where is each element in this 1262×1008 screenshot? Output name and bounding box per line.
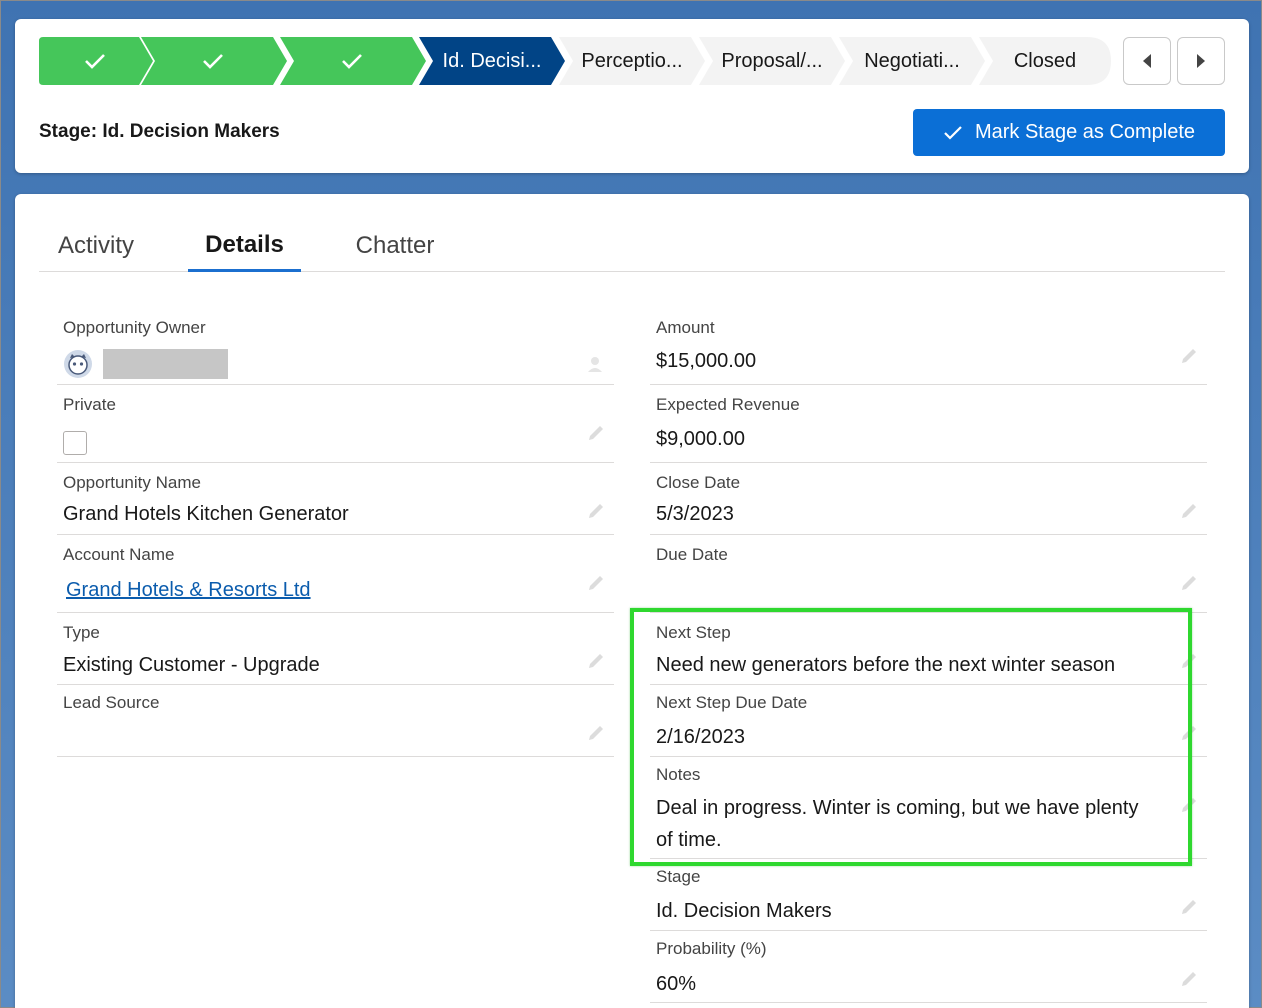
caret-right-icon (1197, 54, 1205, 68)
path-stage-perception[interactable]: Perceptio... (559, 37, 705, 85)
tab-chatter[interactable]: Chatter (355, 220, 435, 272)
pencil-icon[interactable] (586, 573, 606, 593)
field-label: Opportunity Owner (63, 318, 206, 337)
path-next-button[interactable] (1177, 37, 1225, 85)
app-frame: Id. Decisi... Perceptio... Proposal/... … (0, 0, 1262, 1008)
field-value: Existing Customer - Upgrade (63, 654, 320, 676)
pencil-icon[interactable] (1179, 573, 1199, 593)
field-type: Type Existing Customer - Upgrade (57, 613, 614, 685)
path-stage-complete-3[interactable] (280, 37, 426, 85)
change-owner-icon[interactable] (586, 354, 606, 374)
checkmark-icon (342, 54, 362, 69)
path-stage-label: Proposal/... (721, 49, 823, 72)
path-stage-label: Id. Decisi... (442, 49, 542, 72)
checkmark-icon (85, 54, 105, 69)
field-notes: Notes Deal in progress. Winter is coming… (650, 757, 1207, 859)
path-stage-label: Closed (1013, 49, 1077, 72)
field-expected-revenue: Expected Revenue $9,000.00 (650, 385, 1207, 463)
field-label: Probability (%) (656, 939, 767, 958)
field-opportunity-name: Opportunity Name Grand Hotels Kitchen Ge… (57, 463, 614, 535)
field-value: 2/16/2023 (656, 726, 745, 748)
field-account-name: Account Name Grand Hotels & Resorts Ltd (57, 535, 614, 613)
pencil-icon[interactable] (1179, 501, 1199, 521)
details-card: Activity Details Chatter Opportunity Own… (15, 194, 1249, 1008)
pencil-icon[interactable] (586, 651, 606, 671)
path-stage-complete-1[interactable] (39, 37, 153, 85)
path-stage-proposal[interactable]: Proposal/... (699, 37, 845, 85)
field-private: Private (57, 385, 614, 463)
private-checkbox[interactable] (63, 431, 87, 455)
field-value: 5/3/2023 (656, 503, 734, 525)
pencil-icon[interactable] (586, 723, 606, 743)
caret-left-icon (1143, 54, 1151, 68)
pencil-icon[interactable] (1179, 346, 1199, 366)
field-value: 60% (656, 973, 697, 995)
field-label: Lead Source (63, 693, 160, 712)
pencil-icon[interactable] (586, 423, 606, 443)
field-stage: Stage Id. Decision Makers (650, 859, 1207, 931)
path-stage-label: Negotiati... (864, 49, 960, 72)
field-value: Id. Decision Makers (656, 900, 832, 922)
field-due-date: Due Date (650, 535, 1207, 613)
field-label: Type (63, 623, 100, 642)
pencil-icon[interactable] (1179, 723, 1199, 743)
field-label: Next Step (656, 623, 731, 642)
field-value: $9,000.00 (656, 428, 745, 450)
path-stage-complete-2[interactable] (141, 37, 287, 85)
field-label: Amount (656, 318, 715, 337)
pencil-icon[interactable] (586, 501, 606, 521)
field-label: Account Name (63, 545, 175, 564)
field-value: $15,000.00 (656, 350, 757, 372)
record-tabs: Activity Details Chatter (39, 220, 1225, 272)
field-probability: Probability (%) 60% (650, 931, 1207, 1003)
field-label: Private (63, 395, 116, 414)
path-card: Id. Decisi... Perceptio... Proposal/... … (15, 19, 1249, 173)
pencil-icon[interactable] (1179, 969, 1199, 989)
field-label: Opportunity Name (63, 473, 201, 492)
path-stage-closed[interactable]: Closed (979, 37, 1111, 85)
sales-path: Id. Decisi... Perceptio... Proposal/... … (39, 37, 1111, 85)
redacted-owner-name (103, 349, 228, 379)
field-label: Close Date (656, 473, 741, 492)
pencil-icon[interactable] (1179, 795, 1199, 815)
field-label: Stage (656, 867, 701, 886)
pencil-icon[interactable] (1179, 651, 1199, 671)
mark-stage-complete-label: Mark Stage as Complete (974, 121, 1196, 143)
field-amount: Amount $15,000.00 (650, 312, 1207, 385)
path-stage-label: Perceptio... (581, 49, 683, 72)
tab-activity[interactable]: Activity (57, 220, 135, 272)
pencil-icon[interactable] (1179, 897, 1199, 917)
path-stage-current[interactable]: Id. Decisi... (419, 37, 565, 85)
path-stage-negotiation[interactable]: Negotiati... (839, 37, 985, 85)
avatar (64, 350, 92, 378)
field-label: Expected Revenue (656, 395, 800, 414)
field-next-step: Next Step Need new generators before the… (650, 613, 1207, 685)
field-label: Next Step Due Date (656, 693, 808, 712)
field-label: Notes (656, 765, 701, 784)
checkmark-icon (944, 125, 962, 140)
current-stage-label: Stage: Id. Decision Makers (39, 121, 280, 142)
path-prev-button[interactable] (1123, 37, 1171, 85)
tab-details[interactable]: Details (188, 220, 301, 272)
field-value: Grand Hotels Kitchen Generator (63, 503, 349, 525)
field-next-step-due-date: Next Step Due Date 2/16/2023 (650, 685, 1207, 757)
mark-stage-complete-button[interactable]: Mark Stage as Complete (913, 109, 1225, 156)
account-link[interactable]: Grand Hotels & Resorts Ltd (66, 574, 311, 606)
field-lead-source: Lead Source (57, 685, 614, 757)
field-value: Deal in progress. Winter is coming, but … (656, 797, 1139, 819)
field-label: Due Date (656, 545, 728, 564)
field-close-date: Close Date 5/3/2023 (650, 463, 1207, 535)
field-value: of time. (656, 829, 722, 851)
field-value: Need new generators before the next wint… (656, 654, 1116, 676)
checkmark-icon (203, 54, 223, 69)
